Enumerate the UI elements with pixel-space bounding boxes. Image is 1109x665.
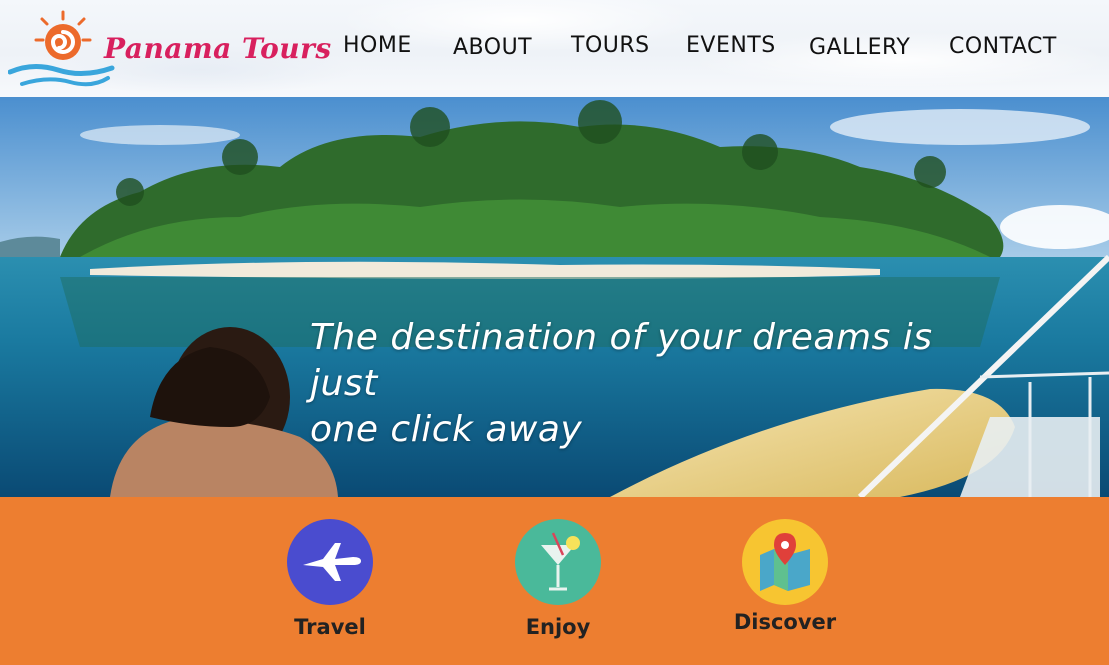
airplane-icon — [287, 519, 373, 605]
nav-home[interactable]: HOME — [343, 33, 412, 58]
main-nav: HOME ABOUT TOURS EVENTS GALLERY CONTACT — [0, 30, 1109, 70]
nav-about[interactable]: ABOUT — [453, 35, 532, 60]
hero-banner: The destination of your dreams is just o… — [0, 97, 1109, 497]
cocktail-icon — [515, 519, 601, 605]
feature-enjoy[interactable]: Enjoy — [488, 519, 628, 639]
site-header: Panama Tours HOME ABOUT TOURS EVENTS GAL… — [0, 0, 1109, 97]
feature-label: Discover — [733, 610, 837, 634]
nav-gallery[interactable]: GALLERY — [809, 35, 910, 60]
tagline-line-2: one click away — [310, 409, 583, 450]
nav-events[interactable]: EVENTS — [686, 33, 776, 58]
map-pin-icon — [742, 519, 828, 605]
nav-contact[interactable]: CONTACT — [949, 34, 1057, 59]
tagline-line-1: The destination of your dreams is just — [310, 317, 933, 404]
feature-label: Travel — [294, 615, 366, 639]
hero-tagline: The destination of your dreams is just o… — [310, 315, 1010, 453]
feature-discover[interactable]: Discover — [715, 519, 855, 634]
features-strip: Travel Enjoy Discover — [0, 497, 1109, 665]
nav-tours[interactable]: TOURS — [571, 33, 650, 58]
feature-travel[interactable]: Travel — [260, 519, 400, 639]
feature-label: Enjoy — [525, 615, 591, 639]
